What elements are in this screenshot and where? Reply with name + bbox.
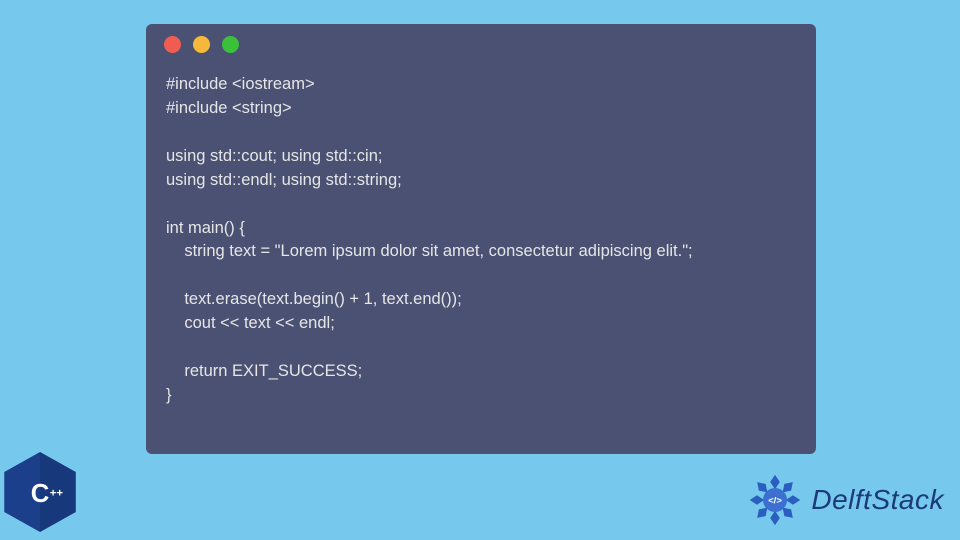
svg-text:</>: </> [768,496,782,507]
code-content: #include <iostream> #include <string> us… [146,63,816,426]
brand-container: </> DelftStack [745,470,944,530]
brand-logo-icon: </> [745,470,805,530]
brand-name: DelftStack [811,484,944,516]
close-icon [164,36,181,53]
window-titlebar [146,36,816,63]
cpp-label: C [31,480,50,508]
cpp-logo-icon: C ++ [4,452,76,532]
maximize-icon [222,36,239,53]
code-window: #include <iostream> #include <string> us… [146,24,816,454]
minimize-icon [193,36,210,53]
svg-text:++: ++ [50,487,64,499]
